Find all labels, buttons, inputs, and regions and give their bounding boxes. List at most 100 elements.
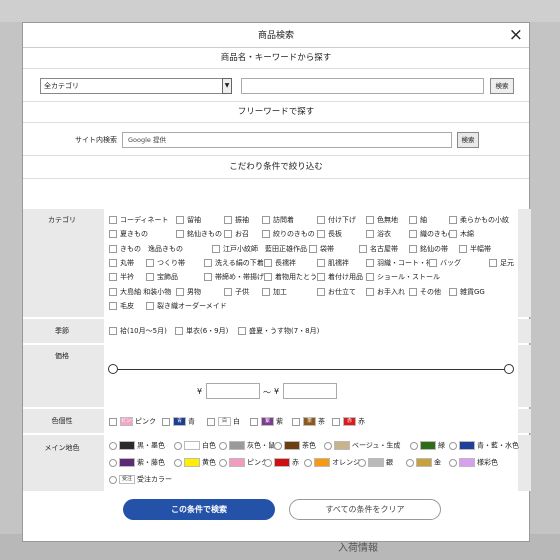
price-min-input[interactable] [206, 383, 260, 399]
category-option[interactable]: 丸帯 [109, 258, 134, 267]
color-property-checkbox[interactable] [292, 417, 300, 426]
category-checkbox[interactable] [317, 258, 325, 267]
main-color-radio[interactable] [449, 441, 457, 450]
category-checkbox[interactable] [409, 287, 417, 296]
category-option[interactable]: 毛皮 [109, 301, 134, 310]
main-color-radio[interactable] [174, 458, 182, 467]
color-property-option[interactable]: 青青 [162, 417, 195, 426]
color-property-option[interactable]: 茶茶 [292, 417, 325, 426]
category-option[interactable]: 羽織・コート・袴 [366, 258, 433, 267]
main-color-option[interactable]: 灰色・鼠 [219, 441, 275, 450]
main-color-option[interactable]: 受注 受注カラー [109, 475, 172, 484]
main-color-option[interactable]: 緑 [410, 441, 445, 450]
category-option[interactable]: 半衿 [109, 273, 134, 282]
main-color-radio[interactable] [410, 441, 418, 450]
category-checkbox[interactable] [204, 258, 212, 267]
category-option[interactable]: 長板 [317, 230, 342, 239]
category-checkbox[interactable] [109, 230, 117, 239]
category-option[interactable]: お仕立て [317, 287, 356, 296]
category-option[interactable]: 銘仙きもの [176, 230, 222, 239]
category-option[interactable]: 浴衣 [366, 230, 391, 239]
category-checkbox[interactable] [409, 230, 417, 239]
category-option[interactable]: コーディネート [109, 216, 169, 224]
category-checkbox[interactable] [146, 258, 154, 267]
main-color-radio[interactable] [264, 458, 272, 467]
category-checkbox[interactable] [176, 230, 184, 239]
season-checkbox[interactable] [109, 327, 117, 335]
category-checkbox[interactable] [176, 216, 184, 224]
color-property-checkbox[interactable] [109, 417, 117, 426]
main-color-option[interactable]: 赤 [264, 458, 299, 467]
category-checkbox[interactable] [449, 230, 457, 239]
main-color-radio[interactable] [274, 441, 282, 450]
category-checkbox[interactable] [262, 287, 270, 296]
price-slider[interactable] [104, 359, 518, 379]
category-checkbox[interactable] [264, 258, 272, 267]
main-color-radio[interactable] [109, 458, 117, 467]
category-checkbox[interactable] [262, 216, 270, 224]
category-checkbox[interactable] [366, 258, 374, 267]
main-color-radio[interactable] [358, 458, 366, 467]
main-color-radio[interactable] [109, 441, 117, 450]
category-checkbox[interactable] [176, 287, 184, 296]
category-option[interactable]: 留袖 [176, 216, 201, 224]
main-color-radio[interactable] [219, 441, 227, 450]
search-with-conditions-button[interactable]: この条件で検索 [123, 499, 275, 520]
category-option[interactable]: 江戸小紋師 藍田正雄作品 [212, 244, 307, 253]
category-option[interactable]: 木綿 [449, 230, 474, 239]
category-checkbox[interactable] [109, 301, 117, 310]
main-color-radio[interactable] [406, 458, 414, 467]
main-color-option[interactable]: 金 [406, 458, 441, 467]
category-checkbox[interactable] [449, 287, 457, 296]
category-option[interactable]: 洗える絹の下着 [204, 258, 264, 267]
category-option[interactable]: 銘仙の帯 [409, 244, 448, 253]
category-checkbox[interactable] [366, 287, 374, 296]
main-color-radio[interactable] [324, 441, 332, 450]
category-checkbox[interactable] [212, 244, 220, 253]
main-color-radio[interactable] [109, 475, 117, 484]
category-option[interactable]: 大島紬 和装小物 [109, 287, 171, 296]
category-option[interactable]: 帯締め・帯揚げ [204, 273, 264, 282]
category-option[interactable]: 着物用たとう紙 [264, 273, 324, 282]
category-option[interactable]: 振袖 [224, 216, 249, 224]
category-checkbox[interactable] [409, 216, 417, 224]
color-property-checkbox[interactable] [250, 417, 258, 426]
color-property-checkbox[interactable] [332, 417, 340, 426]
price-slider-min-handle[interactable] [108, 364, 118, 374]
category-option[interactable]: 長襦袢 [264, 258, 296, 267]
category-option[interactable]: 子供 [224, 287, 249, 296]
category-checkbox[interactable] [366, 216, 374, 224]
main-color-option[interactable]: 茶色 [274, 441, 316, 450]
category-checkbox[interactable] [317, 273, 325, 282]
category-checkbox[interactable] [409, 244, 417, 253]
category-checkbox[interactable] [366, 273, 374, 282]
category-checkbox[interactable] [109, 216, 117, 224]
category-checkbox[interactable] [224, 216, 232, 224]
category-option[interactable]: 袋帯 [309, 244, 334, 253]
category-option[interactable]: 織のきもの [409, 230, 455, 239]
main-color-option[interactable]: ベージュ・生成 [324, 441, 400, 450]
color-property-option[interactable]: ピンクピンク [109, 417, 156, 426]
category-option[interactable]: バッグ [429, 258, 461, 267]
main-color-option[interactable]: 白色 [174, 441, 216, 450]
category-checkbox[interactable] [146, 301, 154, 310]
main-color-radio[interactable] [219, 458, 227, 467]
category-checkbox[interactable] [429, 258, 437, 267]
category-option[interactable]: 紬 [409, 216, 427, 224]
main-color-option[interactable]: 青・藍・水色 [449, 441, 519, 450]
main-color-radio[interactable] [304, 458, 312, 467]
color-property-option[interactable]: 紫紫 [250, 417, 283, 426]
color-property-option[interactable]: 赤赤 [332, 417, 365, 426]
category-checkbox[interactable] [224, 287, 232, 296]
category-checkbox[interactable] [459, 244, 467, 253]
category-option[interactable]: 訪問着 [262, 216, 294, 224]
category-option[interactable]: 付け下げ [317, 216, 356, 224]
main-color-option[interactable]: 様彩色 [449, 458, 498, 467]
category-checkbox[interactable] [109, 244, 117, 253]
main-color-radio[interactable] [449, 458, 457, 467]
category-option[interactable]: 半幅帯 [459, 244, 491, 253]
category-option[interactable]: 肌襦袢 [317, 258, 349, 267]
category-option[interactable]: 宝飾品 [146, 273, 178, 282]
main-color-option[interactable]: 銀 [358, 458, 393, 467]
close-icon[interactable]: × [509, 27, 523, 44]
